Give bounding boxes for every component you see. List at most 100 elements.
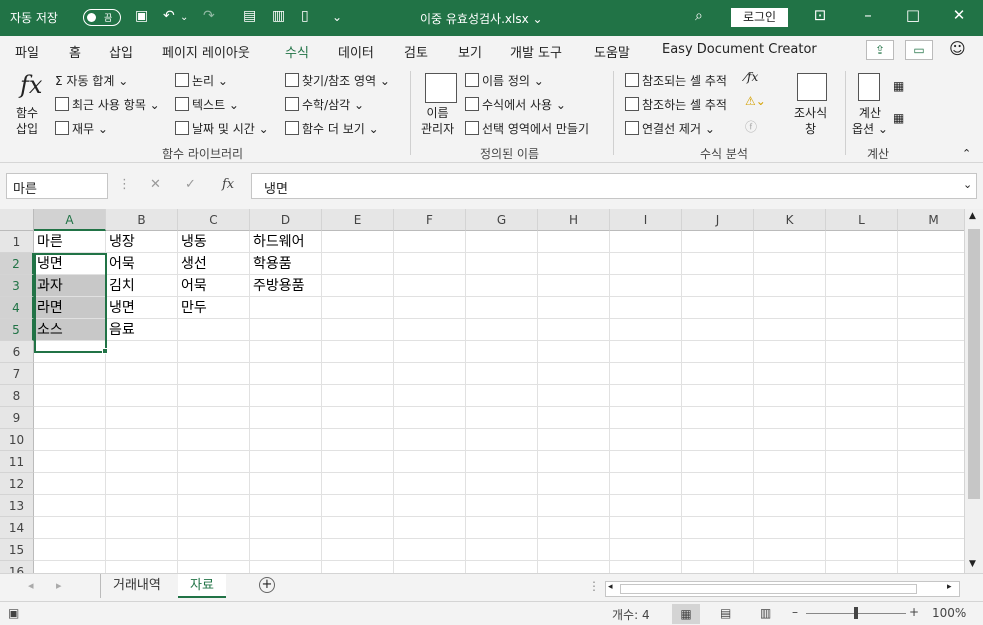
cell[interactable] — [610, 495, 682, 517]
cell[interactable] — [610, 253, 682, 275]
cell[interactable] — [394, 495, 466, 517]
comment-icon[interactable]: ▭ — [905, 40, 933, 60]
cell[interactable] — [250, 319, 322, 341]
cell[interactable] — [538, 231, 610, 253]
cell[interactable] — [250, 517, 322, 539]
cell[interactable] — [466, 429, 538, 451]
evaluate-formula-icon[interactable]: ⓕ — [745, 118, 757, 135]
cell[interactable]: 냉면 — [34, 253, 106, 275]
camera-icon[interactable]: ▤ — [243, 8, 256, 24]
cell[interactable] — [322, 319, 394, 341]
cell[interactable] — [682, 429, 754, 451]
cell[interactable] — [610, 275, 682, 297]
add-sheet-icon[interactable]: + — [259, 577, 275, 593]
cell[interactable] — [322, 561, 394, 573]
cell[interactable] — [322, 385, 394, 407]
share-icon[interactable]: ⇪ — [866, 40, 894, 60]
cell[interactable]: 하드웨어 — [250, 231, 322, 253]
cell[interactable] — [898, 253, 964, 275]
cell[interactable] — [322, 451, 394, 473]
cell[interactable] — [322, 495, 394, 517]
tab-help[interactable]: 도움말 — [594, 42, 630, 61]
zoom-out-icon[interactable]: – — [792, 605, 798, 619]
prev-sheet-icon[interactable]: ◂ — [28, 579, 34, 592]
cell[interactable] — [538, 495, 610, 517]
cell[interactable] — [250, 429, 322, 451]
cell[interactable] — [466, 275, 538, 297]
cell[interactable] — [898, 363, 964, 385]
tab-insert[interactable]: 삽입 — [109, 42, 133, 61]
cell[interactable] — [538, 561, 610, 573]
cell[interactable] — [826, 407, 898, 429]
cell[interactable] — [538, 407, 610, 429]
row-header[interactable]: 4 — [0, 297, 34, 319]
column-header[interactable]: M — [898, 209, 964, 231]
cell[interactable] — [178, 517, 250, 539]
cell[interactable] — [106, 539, 178, 561]
cell[interactable] — [538, 385, 610, 407]
cell[interactable] — [610, 341, 682, 363]
cell[interactable] — [826, 275, 898, 297]
cell[interactable] — [322, 429, 394, 451]
cell[interactable] — [682, 517, 754, 539]
cell[interactable] — [178, 561, 250, 573]
cell[interactable] — [178, 407, 250, 429]
row-header[interactable]: 6 — [0, 341, 34, 363]
vertical-scroll-thumb[interactable] — [968, 229, 980, 499]
cell[interactable] — [178, 473, 250, 495]
tab-file[interactable]: 파일 — [15, 42, 39, 61]
cell[interactable] — [106, 517, 178, 539]
cell[interactable] — [34, 473, 106, 495]
cell[interactable] — [610, 363, 682, 385]
cell[interactable] — [538, 297, 610, 319]
cell[interactable] — [754, 451, 826, 473]
calculation-options-button[interactable]: 계산 옵션 ⌄ — [852, 105, 888, 137]
scroll-left-icon[interactable]: ◂ — [608, 582, 613, 592]
cell[interactable] — [250, 561, 322, 573]
cell[interactable] — [34, 561, 106, 573]
cell[interactable] — [394, 341, 466, 363]
cell[interactable] — [754, 539, 826, 561]
cell[interactable]: 라면 — [34, 297, 106, 319]
customize-toolbar-icon[interactable]: ⌄ — [332, 10, 342, 24]
cell[interactable] — [34, 363, 106, 385]
save-icon[interactable]: ▣ — [135, 8, 148, 24]
recent-functions-button[interactable]: 최근 사용 항목 ⌄ — [55, 96, 160, 113]
cell[interactable] — [466, 539, 538, 561]
enter-icon[interactable]: ✓ — [185, 177, 196, 192]
cell[interactable] — [106, 429, 178, 451]
undo-dropdown-icon[interactable]: ⌄ — [180, 12, 188, 23]
cell[interactable]: 김치 — [106, 275, 178, 297]
cell[interactable] — [754, 275, 826, 297]
cell-mode-icon[interactable]: ▣ — [8, 606, 19, 620]
zoom-in-icon[interactable]: + — [909, 605, 919, 619]
cell[interactable] — [610, 517, 682, 539]
cell[interactable] — [538, 473, 610, 495]
row-header[interactable]: 8 — [0, 385, 34, 407]
ribbon-display-icon[interactable]: ⊡ — [810, 6, 830, 28]
cell[interactable] — [538, 363, 610, 385]
cell[interactable] — [466, 297, 538, 319]
cell[interactable] — [250, 297, 322, 319]
cell[interactable] — [250, 473, 322, 495]
tab-easy-document-creator[interactable]: Easy Document Creator — [662, 42, 817, 57]
cell[interactable] — [34, 385, 106, 407]
cell[interactable] — [610, 429, 682, 451]
row-header[interactable]: 15 — [0, 539, 34, 561]
cell[interactable] — [826, 495, 898, 517]
cell[interactable]: 냉면 — [106, 297, 178, 319]
maximize-icon[interactable]: □ — [903, 6, 923, 28]
cell[interactable] — [34, 495, 106, 517]
cell[interactable] — [394, 451, 466, 473]
cell[interactable] — [754, 363, 826, 385]
cell[interactable] — [610, 407, 682, 429]
cell[interactable] — [826, 473, 898, 495]
cell[interactable] — [754, 495, 826, 517]
cell[interactable] — [538, 451, 610, 473]
tab-page-layout[interactable]: 페이지 레이아웃 — [162, 42, 250, 61]
name-manager-icon[interactable] — [425, 73, 457, 103]
cell[interactable] — [898, 539, 964, 561]
close-icon[interactable]: ✕ — [949, 6, 969, 28]
cell[interactable] — [898, 319, 964, 341]
cell[interactable] — [106, 495, 178, 517]
